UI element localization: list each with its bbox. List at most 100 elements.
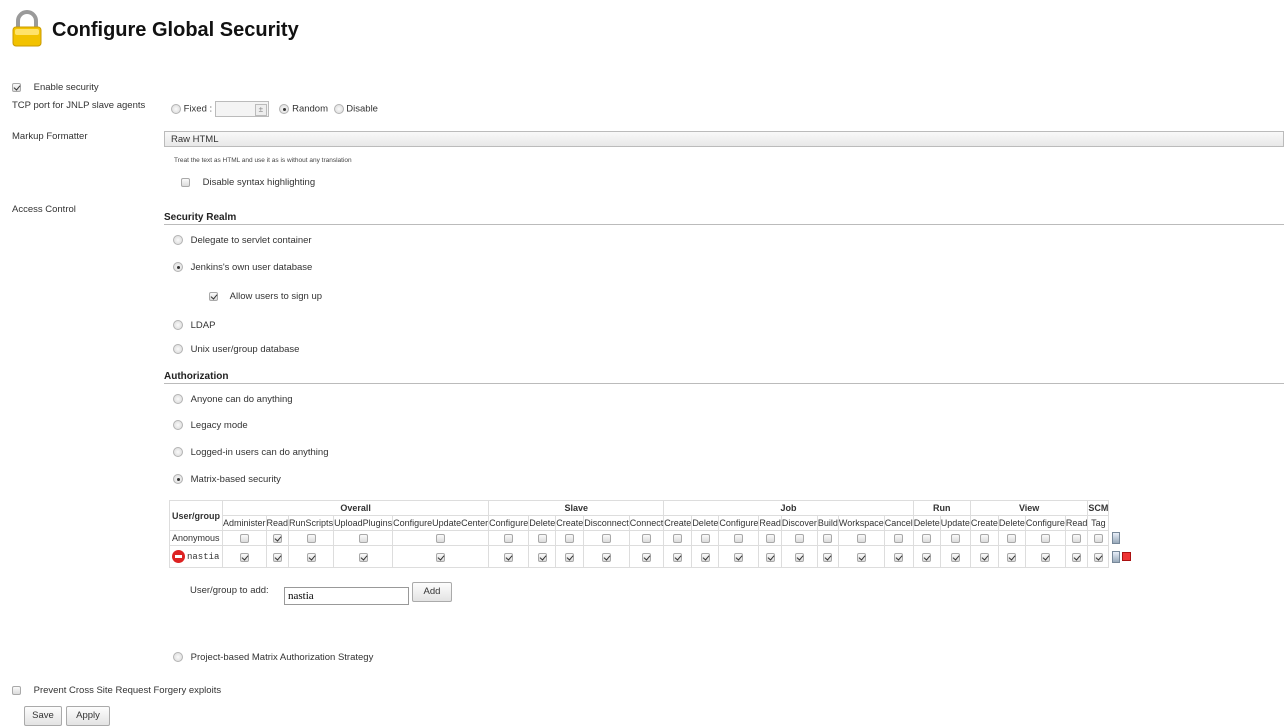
permission-checkbox[interactable] xyxy=(436,534,446,544)
authz-option-logged-in[interactable]: Logged-in users can do anything xyxy=(173,447,329,458)
permission-checkbox[interactable] xyxy=(950,552,960,562)
matrix-cell xyxy=(528,545,557,568)
tcp-disable-label: Disable xyxy=(346,103,378,115)
toggle-all-icon[interactable] xyxy=(1112,532,1121,544)
permission-checkbox[interactable] xyxy=(537,552,547,562)
permission-checkbox[interactable] xyxy=(306,534,316,544)
permission-checkbox[interactable] xyxy=(922,534,932,544)
permission-checkbox[interactable] xyxy=(272,534,282,544)
realm-option-unix[interactable]: Unix user/group database xyxy=(173,344,299,355)
permission-checkbox[interactable] xyxy=(642,534,652,544)
toggle-all-icon[interactable] xyxy=(1112,550,1121,563)
permission-checkbox[interactable] xyxy=(306,552,316,562)
permission-checkbox[interactable] xyxy=(950,534,960,544)
tcp-fixed-input[interactable]: ± xyxy=(214,101,269,117)
permission-checkbox[interactable] xyxy=(642,552,652,562)
realm-option-servlet[interactable]: Delegate to servlet container xyxy=(173,235,312,246)
tcp-random-label: Random xyxy=(292,103,328,115)
disable-highlight-checkbox[interactable] xyxy=(181,177,190,187)
permission-checkbox[interactable] xyxy=(794,534,804,544)
permission-checkbox[interactable] xyxy=(358,552,368,562)
remove-user-icon[interactable] xyxy=(172,550,185,563)
authz-anyone-radio[interactable] xyxy=(173,394,183,405)
realm-option-own-db[interactable]: Jenkins's own user database xyxy=(173,262,312,273)
matrix-perm-job-build: Build xyxy=(816,515,839,531)
permission-matrix-table: User/group Overall Slave Job Run View SCM Adm… xyxy=(168,500,1132,568)
tcp-random-radio[interactable] xyxy=(279,104,290,114)
permission-checkbox[interactable] xyxy=(565,534,575,544)
realm-own-db-radio[interactable] xyxy=(173,262,183,273)
authz-legacy-radio[interactable] xyxy=(173,420,183,431)
permission-checkbox[interactable] xyxy=(700,552,710,562)
authz-option-legacy[interactable]: Legacy mode xyxy=(173,420,248,431)
permission-checkbox[interactable] xyxy=(856,552,866,562)
csrf-checkbox[interactable] xyxy=(12,685,21,695)
matrix-cell xyxy=(392,545,490,568)
permission-checkbox[interactable] xyxy=(1007,552,1017,562)
markup-formatter-select[interactable]: Raw HTML xyxy=(164,131,1284,147)
permission-checkbox[interactable] xyxy=(823,552,833,562)
permission-checkbox[interactable] xyxy=(979,534,989,544)
permission-checkbox[interactable] xyxy=(734,534,744,544)
permission-checkbox[interactable] xyxy=(894,552,904,562)
permission-checkbox[interactable] xyxy=(794,552,804,562)
permission-checkbox[interactable] xyxy=(1007,534,1017,544)
authz-option-anyone[interactable]: Anyone can do anything xyxy=(173,394,293,405)
permission-checkbox[interactable] xyxy=(358,534,368,544)
spinner-icon[interactable]: ± xyxy=(254,104,267,116)
add-user-input[interactable] xyxy=(284,587,409,605)
permission-checkbox[interactable] xyxy=(894,534,904,544)
add-user-button[interactable]: Add xyxy=(412,582,452,602)
delete-row-icon[interactable] xyxy=(1122,552,1132,561)
permission-checkbox[interactable] xyxy=(673,534,683,544)
permission-checkbox[interactable] xyxy=(436,552,446,562)
permission-checkbox[interactable] xyxy=(602,534,611,544)
permission-checkbox[interactable] xyxy=(922,552,932,562)
permission-checkbox[interactable] xyxy=(765,534,775,544)
permission-checkbox[interactable] xyxy=(1040,552,1050,562)
authz-logged-in-radio[interactable] xyxy=(173,447,183,458)
permission-checkbox[interactable] xyxy=(239,534,249,544)
authz-matrix-radio[interactable] xyxy=(173,474,183,485)
permission-checkbox[interactable] xyxy=(1072,552,1082,562)
disable-highlight-row: Disable syntax highlighting xyxy=(181,177,315,188)
permission-checkbox[interactable] xyxy=(504,552,514,562)
permission-checkbox[interactable] xyxy=(979,552,989,562)
matrix-cell xyxy=(488,545,530,568)
authorization-divider xyxy=(164,383,1284,384)
authz-option-matrix[interactable]: Matrix-based security xyxy=(173,474,281,485)
permission-checkbox[interactable] xyxy=(856,534,866,544)
authz-project-matrix-radio[interactable] xyxy=(173,652,183,663)
tcp-fixed-radio[interactable] xyxy=(171,104,181,114)
permission-checkbox[interactable] xyxy=(565,552,575,562)
enable-security-checkbox[interactable] xyxy=(12,82,21,92)
permission-checkbox[interactable] xyxy=(734,552,744,562)
permission-checkbox[interactable] xyxy=(1072,534,1082,544)
authz-option-project-matrix[interactable]: Project-based Matrix Authorization Strat… xyxy=(173,652,373,663)
csrf-label: Prevent Cross Site Request Forgery explo… xyxy=(33,685,222,696)
matrix-cell xyxy=(939,545,971,568)
permission-checkbox[interactable] xyxy=(504,534,514,544)
permission-checkbox[interactable] xyxy=(272,552,282,562)
permission-checkbox[interactable] xyxy=(765,552,775,562)
realm-ldap-radio[interactable] xyxy=(173,320,183,331)
save-button[interactable]: Save xyxy=(24,706,62,726)
permission-checkbox[interactable] xyxy=(537,534,547,544)
permission-checkbox[interactable] xyxy=(823,534,833,544)
realm-unix-radio[interactable] xyxy=(173,344,183,355)
allow-signup-checkbox[interactable] xyxy=(209,291,218,301)
realm-servlet-radio[interactable] xyxy=(173,235,183,246)
permission-checkbox[interactable] xyxy=(700,534,710,544)
apply-button[interactable]: Apply xyxy=(66,706,110,726)
matrix-perm-overall-administer: Administer xyxy=(222,515,267,531)
permission-checkbox[interactable] xyxy=(239,552,249,562)
permission-checkbox[interactable] xyxy=(1093,534,1103,544)
permission-checkbox[interactable] xyxy=(673,552,683,562)
permission-checkbox[interactable] xyxy=(1093,552,1103,562)
tcp-disable-radio[interactable] xyxy=(333,104,344,114)
permission-checkbox[interactable] xyxy=(602,552,611,562)
realm-option-ldap[interactable]: LDAP xyxy=(173,320,215,331)
permission-checkbox[interactable] xyxy=(1040,534,1050,544)
matrix-cell xyxy=(758,530,782,546)
matrix-cell xyxy=(663,545,693,568)
